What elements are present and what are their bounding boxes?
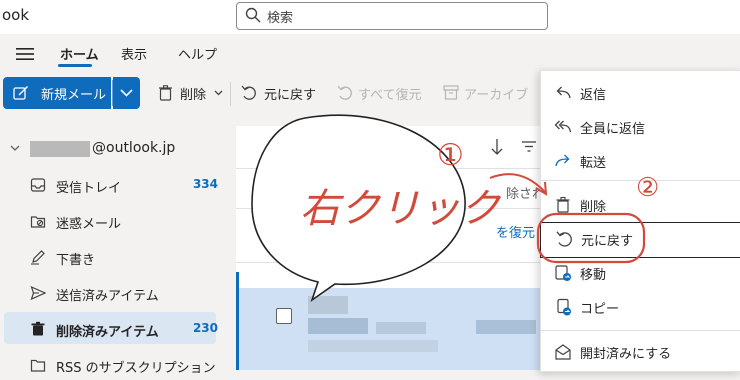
title-bar: ook 検索 [0, 0, 740, 34]
nav-item-rss[interactable]: RSS のサブスクリプション [0, 350, 236, 380]
menu-item-label: 元に戻す [581, 234, 634, 249]
nav-item-label: 迷惑メール [56, 217, 122, 232]
sort-arrow-icon[interactable] [490, 138, 504, 156]
move-icon [555, 265, 571, 281]
new-mail-label: 新規メール [41, 88, 107, 103]
message-checkbox[interactable] [276, 308, 292, 324]
redacted-sender [308, 296, 348, 314]
menu-item-label: 移動 [580, 268, 607, 283]
compose-icon [13, 85, 29, 100]
menu-item-label: コピー [580, 302, 620, 317]
restore-link[interactable]: を復元 [496, 222, 535, 241]
account-email: @outlook.jp [92, 140, 176, 156]
tab-home[interactable]: ホーム [60, 44, 99, 63]
menu-item-reply[interactable]: 返信 [540, 78, 740, 108]
trash-icon[interactable] [158, 85, 173, 101]
menu-item-move[interactable]: 移動 [540, 258, 740, 288]
ribbon-tabs [0, 34, 740, 70]
search-box[interactable]: 検索 [236, 2, 548, 30]
nav-item-label: 送信済みアイテム [56, 289, 159, 304]
nav-item-junk[interactable]: 迷惑メール [0, 206, 236, 236]
menu-item-reply-all[interactable]: 全員に返信 [540, 112, 740, 142]
restore-all-icon [337, 85, 352, 100]
active-tab-indicator [58, 64, 92, 67]
undo-button[interactable]: 元に戻す [264, 84, 316, 103]
selection-accent-bar [236, 272, 239, 370]
forward-icon [555, 154, 570, 167]
menu-item-delete[interactable]: 削除 [540, 190, 740, 220]
junk-folder-icon [30, 216, 46, 228]
search-icon [245, 7, 261, 23]
selected-message-row[interactable] [236, 288, 540, 370]
menu-item-label: 全員に返信 [580, 122, 646, 137]
tab-help[interactable]: ヘルプ [178, 44, 217, 63]
menu-item-label: 転送 [580, 156, 607, 171]
restore-all-button: すべて復元 [358, 88, 422, 103]
nav-item-sent[interactable]: 送信済みアイテム [0, 278, 236, 308]
archive-icon [443, 85, 459, 100]
redacted-subject [376, 322, 426, 334]
hamburger-menu-icon[interactable] [16, 48, 34, 60]
reply-all-icon [554, 120, 572, 133]
menu-separator [540, 180, 740, 181]
chevron-down-icon [120, 89, 133, 97]
mail-open-icon [555, 344, 571, 360]
nav-item-drafts[interactable]: 下書き [0, 242, 236, 272]
nav-item-deleted[interactable]: 削除済みアイテム 230 [0, 314, 236, 344]
reply-icon [556, 86, 571, 99]
nav-item-label: 下書き [56, 253, 96, 268]
redacted-email-user [30, 141, 90, 157]
list-divider [236, 168, 540, 169]
item-count: 230 [192, 321, 218, 335]
tab-view[interactable]: 表示 [121, 44, 147, 63]
toolbar-divider [230, 82, 231, 106]
copy-icon [557, 298, 571, 316]
menu-item-label: 開封済みにする [580, 347, 672, 362]
undo-icon [556, 231, 572, 247]
nav-item-inbox[interactable]: 受信トレイ 334 [0, 170, 236, 200]
nav-item-label: 受信トレイ [56, 181, 122, 196]
redacted-date [476, 320, 536, 334]
menu-item-label: 返信 [580, 88, 607, 103]
undo-icon[interactable] [241, 85, 257, 101]
chevron-down-icon [10, 145, 20, 151]
menu-item-copy[interactable]: コピー [540, 292, 740, 322]
list-divider [236, 208, 540, 209]
app-title: ook [2, 6, 30, 24]
unread-count: 334 [192, 177, 218, 191]
archive-button: アーカイブ [464, 88, 529, 103]
menu-separator [540, 330, 740, 331]
redacted-subject [308, 318, 368, 334]
filter-icon[interactable] [522, 141, 536, 152]
menu-item-forward[interactable]: 転送 [540, 146, 740, 176]
trash-icon [31, 321, 45, 336]
nav-item-label: 削除済みアイテム [56, 325, 159, 340]
new-mail-button[interactable]: 新規メール [3, 77, 111, 109]
new-mail-dropdown-button[interactable] [113, 77, 140, 109]
redacted-preview [308, 340, 438, 352]
search-placeholder: 検索 [267, 11, 294, 26]
pencil-icon [31, 250, 45, 265]
chevron-down-icon[interactable] [214, 90, 223, 96]
menu-item-undo[interactable]: 元に戻す [540, 222, 740, 258]
list-divider [236, 262, 540, 263]
trash-icon [556, 196, 570, 213]
delete-button[interactable]: 削除 [180, 84, 206, 103]
menu-item-mark-read[interactable]: 開封済みにする [540, 337, 740, 367]
inbox-icon [30, 178, 46, 192]
menu-item-label: 削除 [580, 200, 607, 215]
account-header[interactable]: @outlook.jp [10, 140, 230, 160]
nav-item-label: RSS のサブスクリプション [56, 361, 216, 376]
folder-icon [30, 359, 46, 372]
send-icon [30, 285, 46, 301]
split-divider [112, 80, 113, 106]
